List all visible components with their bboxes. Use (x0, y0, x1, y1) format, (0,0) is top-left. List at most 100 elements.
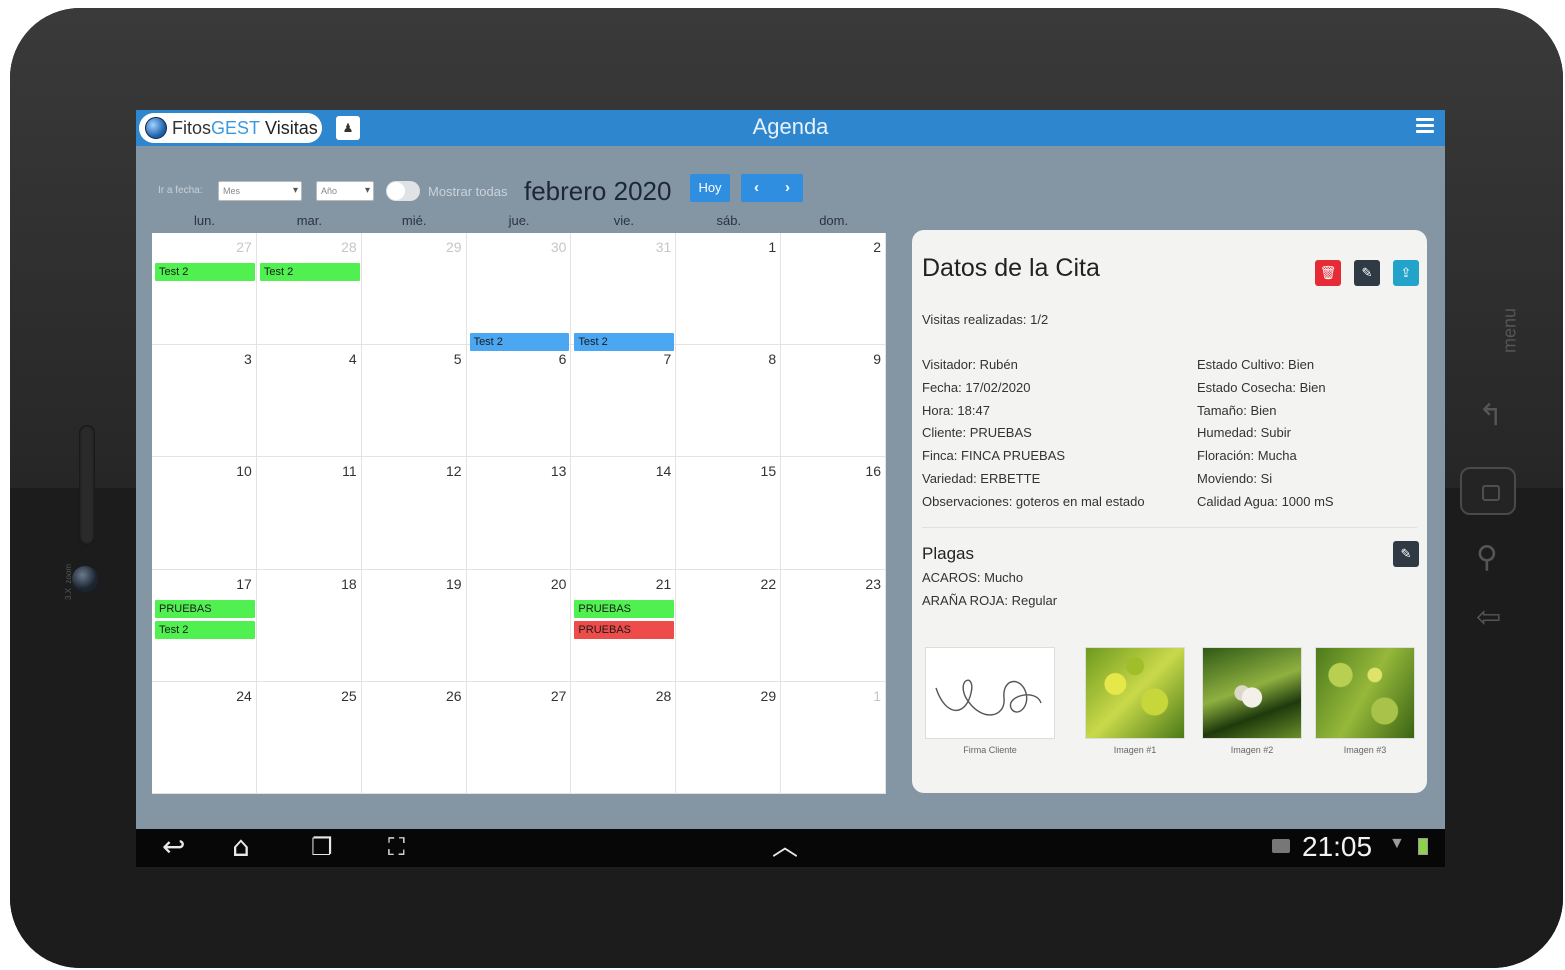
calendar-day-cell[interactable]: 28 (256, 233, 362, 346)
calendar-event[interactable]: Test 2 (155, 620, 255, 639)
wifi-icon: ▼ (1389, 835, 1405, 852)
calendar-event[interactable]: PRUEBAS (155, 599, 255, 618)
day-number: 1 (873, 687, 881, 704)
day-number: 20 (550, 575, 567, 592)
hw-arrow-icon[interactable]: ⇦ (1476, 600, 1501, 635)
edit-button[interactable]: ✎ (1354, 260, 1380, 286)
calendar-event[interactable]: Test 2 (155, 263, 255, 281)
calendar-day-cell[interactable]: 4 (256, 345, 362, 458)
calendar-day-cell[interactable]: 1 (781, 681, 886, 794)
app-logo[interactable]: Fitos GEST Visitas (139, 113, 322, 143)
hw-menu-label: menu (1499, 307, 1520, 354)
calendar-day-cell[interactable]: 28 (571, 681, 677, 794)
day-number: 18 (341, 575, 357, 592)
detail-field: Visitador: Rubén (922, 357, 1018, 372)
calendar-day-cell[interactable]: 27 (466, 681, 572, 794)
hw-search-icon[interactable]: ⚲ (1476, 540, 1498, 575)
logo-text-gest: GEST (211, 117, 261, 138)
screenshot-icon[interactable]: ⛶ (388, 831, 405, 863)
edit-plagas-button[interactable]: ✎ (1393, 541, 1419, 567)
detail-field: Fecha: 17/02/2020 (922, 379, 1031, 395)
calendar-day-cell[interactable]: 10 (152, 457, 257, 570)
day-number: 2 (873, 239, 881, 255)
calendar-event[interactable]: Test 2 (259, 263, 360, 281)
chevron-up-icon[interactable]: ︿ (772, 831, 798, 863)
calendar-day-cell[interactable]: 5 (361, 345, 467, 458)
day-number: 21 (655, 575, 672, 592)
show-all-label: Mostrar todas (428, 184, 508, 199)
appointment-details-panel: Datos de la Cita 🗑 ✎ ⇪ Visitas realizada… (912, 230, 1427, 793)
show-all-toggle[interactable] (386, 181, 420, 201)
calendar-day-cell[interactable]: 22 (676, 569, 782, 682)
calendar-day-cell[interactable]: 3 (152, 345, 257, 458)
plagas-title: Plagas (922, 544, 974, 563)
calendar-event[interactable]: PRUEBAS (574, 620, 675, 639)
calendar-day-cell[interactable]: 26 (361, 681, 467, 794)
calendar-day-cell[interactable]: 1 (676, 233, 782, 346)
calendar-day-cell[interactable]: 31 (571, 233, 677, 346)
calendar-day-cell[interactable]: 9 (781, 345, 886, 458)
globe-icon (145, 117, 167, 139)
day-number: 27 (236, 239, 252, 255)
weekday-label: lun. (194, 213, 215, 228)
calendar-day-cell[interactable]: 6 (466, 345, 572, 458)
calendar-day-cell[interactable]: 8 (676, 345, 782, 458)
calendar-day-cell[interactable]: 12 (361, 457, 467, 570)
day-number: 23 (865, 575, 881, 592)
year-select[interactable]: Año (316, 181, 374, 201)
calendar-day-cell[interactable]: 27 (152, 233, 257, 346)
today-button[interactable]: Hoy (690, 174, 730, 202)
calendar-event[interactable]: Test 2 (574, 333, 675, 352)
upload-button[interactable]: ⇪ (1393, 260, 1419, 286)
month-select-value: Mes (223, 186, 241, 196)
calendar-day-cell[interactable]: 18 (256, 569, 362, 682)
hw-home-button[interactable] (1460, 467, 1516, 515)
calendar-day-cell[interactable]: 13 (466, 457, 572, 570)
detail-field: Variedad: ERBETTE (922, 470, 1041, 486)
day-number: 13 (550, 463, 567, 480)
calendar-day-cell[interactable]: 11 (256, 457, 362, 570)
back-icon[interactable]: ↩ (162, 831, 185, 863)
month-title: febrero 2020 (524, 176, 672, 206)
speaker-slot (79, 425, 95, 545)
calendar-event[interactable]: PRUEBAS (574, 599, 675, 618)
calendar-event[interactable]: Test 2 (469, 333, 570, 352)
calendar-day-cell[interactable]: 20 (466, 569, 572, 682)
calendar-day-cell[interactable]: 25 (256, 681, 362, 794)
delete-button[interactable]: 🗑 (1315, 260, 1341, 286)
plant-photo-2 (1202, 647, 1302, 739)
next-month-button[interactable]: › (772, 174, 803, 202)
hw-back-icon[interactable]: ↰ (1478, 398, 1503, 433)
day-number: 6 (558, 351, 567, 368)
day-number: 8 (768, 351, 777, 368)
battery-icon (1418, 838, 1428, 855)
calendar-day-cell[interactable]: 2 (781, 233, 886, 346)
day-number: 15 (760, 463, 777, 480)
month-select[interactable]: Mes (218, 181, 302, 201)
calendar-day-cell[interactable]: 7 (571, 345, 677, 458)
image-thumbnail[interactable]: Imagen #3 (1315, 647, 1415, 755)
day-number: 27 (550, 687, 567, 704)
home-icon[interactable]: ⌂ (232, 831, 250, 863)
calendar-day-cell[interactable]: 19 (361, 569, 467, 682)
calendar-day-cell[interactable]: 29 (361, 233, 467, 346)
calendar-day-cell[interactable]: 16 (781, 457, 886, 570)
day-number: 11 (342, 463, 357, 480)
signature-thumbnail[interactable]: Firma Cliente (925, 647, 1055, 755)
calendar-day-cell[interactable]: 30 (466, 233, 572, 346)
calendar-day-cell[interactable]: 24 (152, 681, 257, 794)
day-number: 3 (244, 351, 252, 368)
calendar-toolbar: Ir a fecha: Mes Año Mostrar todas febrer… (136, 170, 836, 206)
calendar-day-cell[interactable]: 23 (781, 569, 886, 682)
recents-icon[interactable]: ❐ (311, 831, 333, 863)
calendar-day-cell[interactable]: 15 (676, 457, 782, 570)
prev-month-button[interactable]: ‹ (741, 174, 772, 202)
calendar-day-cell[interactable]: 29 (676, 681, 782, 794)
signature-image (925, 647, 1055, 739)
image-thumbnail[interactable]: Imagen #1 (1085, 647, 1185, 755)
calendar-day-cell[interactable]: 14 (571, 457, 677, 570)
hamburger-icon[interactable] (1416, 118, 1434, 136)
user-button[interactable]: ♟ (336, 116, 360, 140)
clock: 21:05 (1302, 831, 1373, 862)
image-thumbnail[interactable]: Imagen #2 (1202, 647, 1302, 755)
